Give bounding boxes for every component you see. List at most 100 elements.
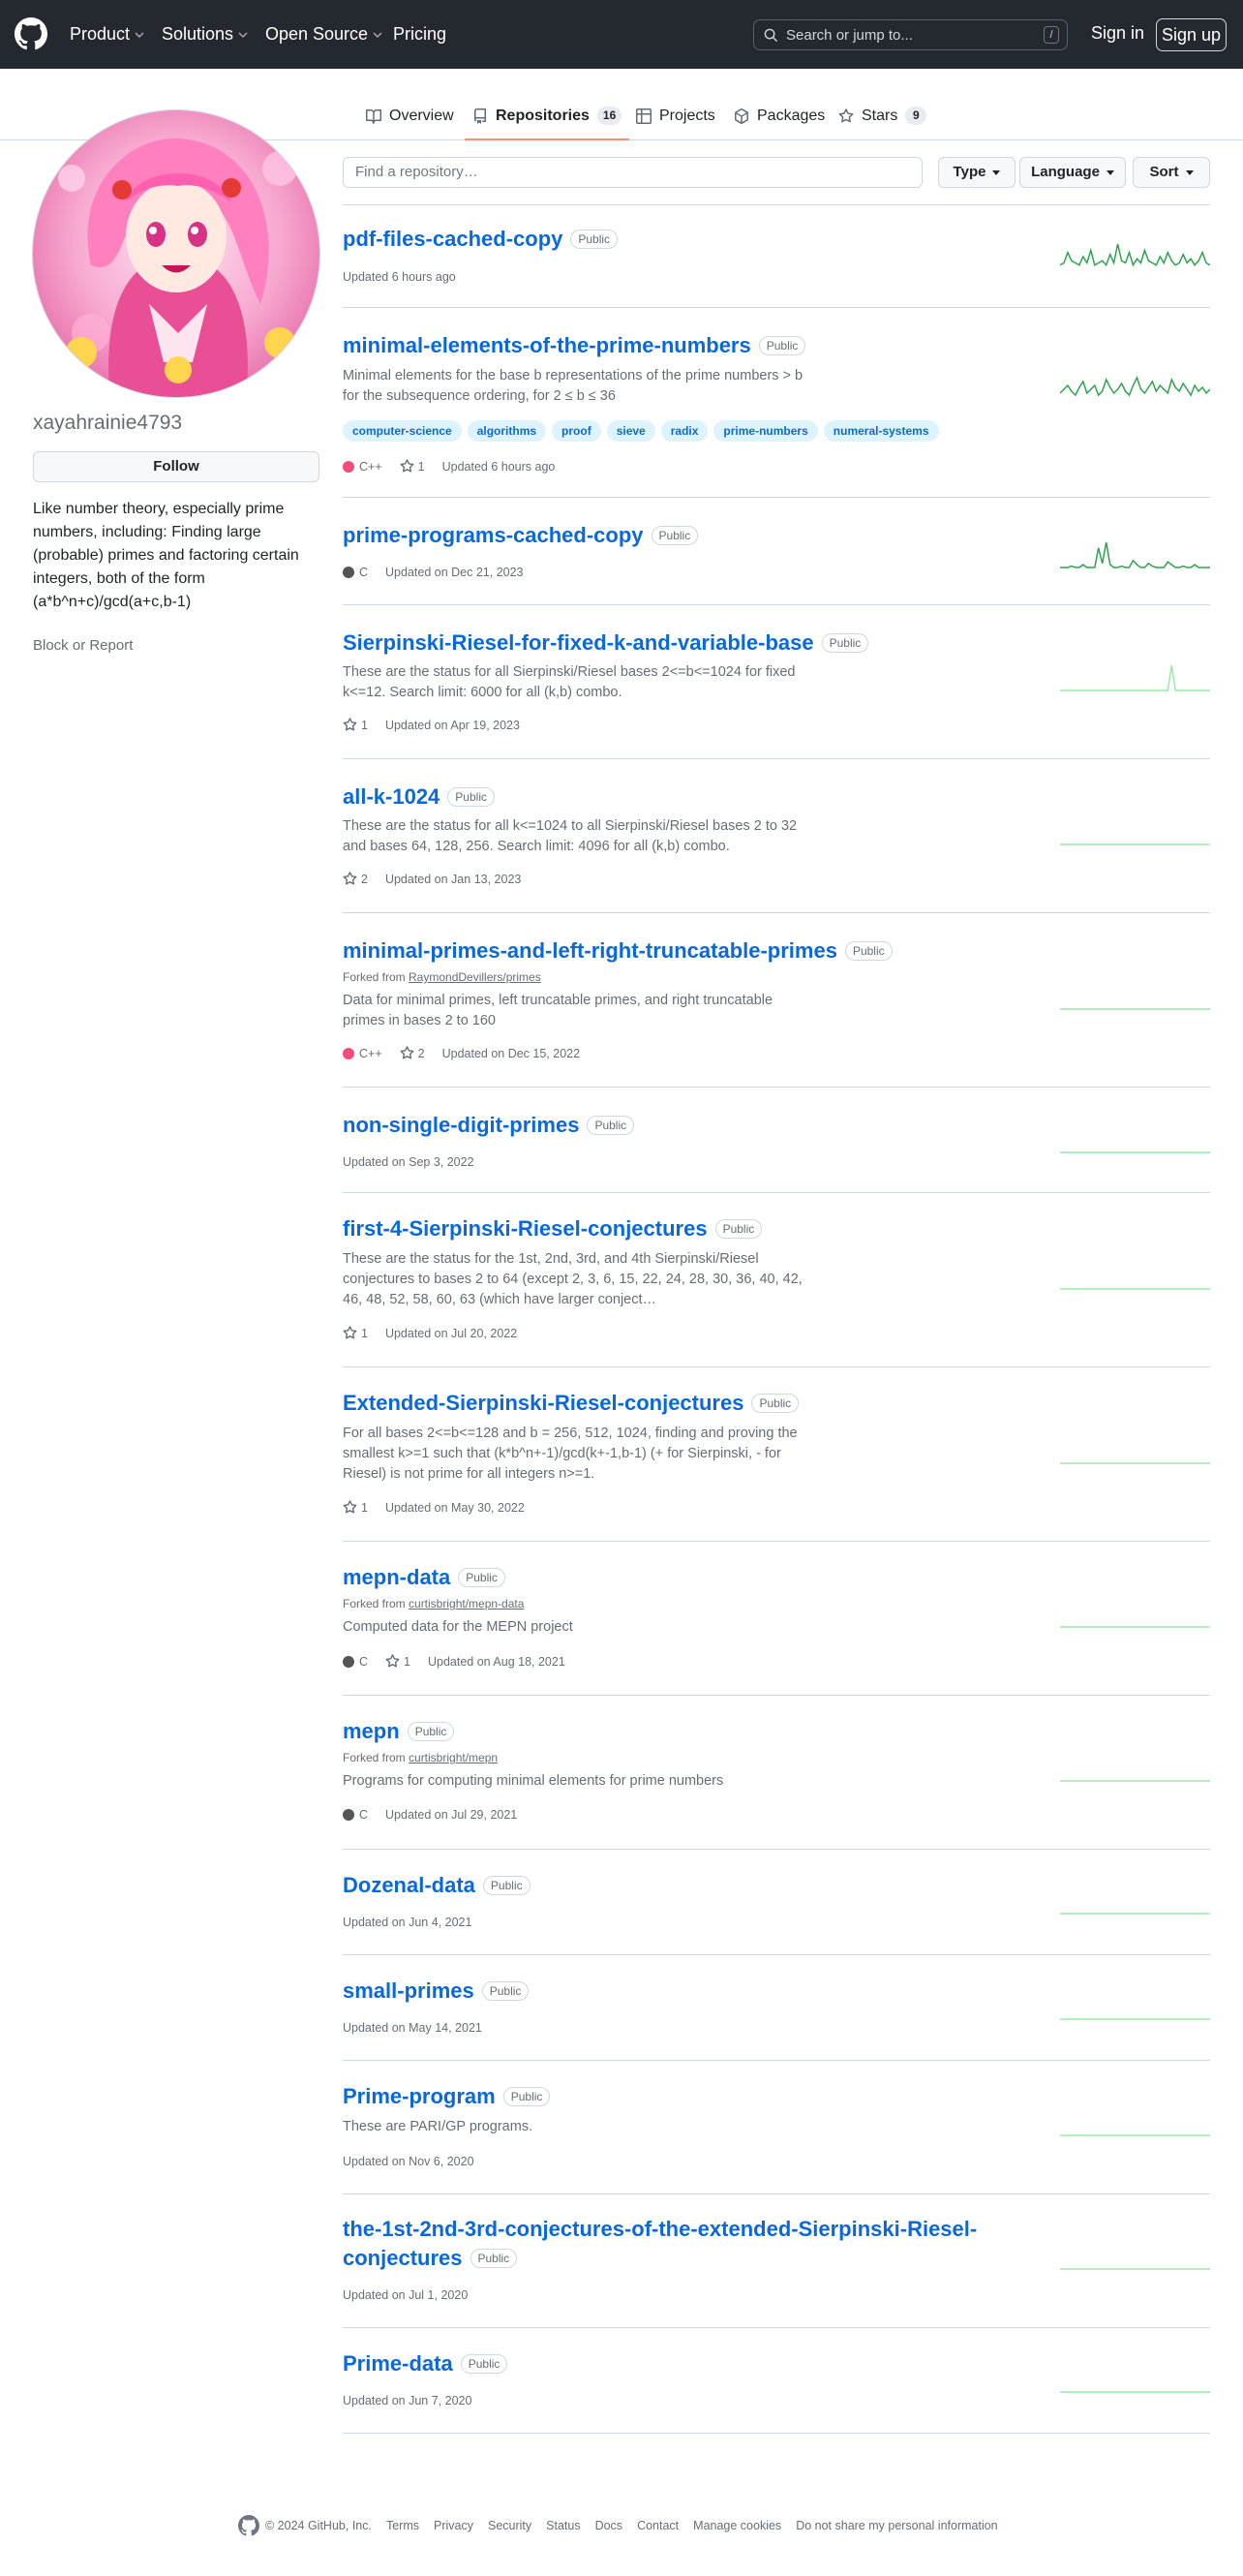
updated-time: Updated on May 14, 2021 (343, 2021, 482, 2035)
repo-meta: Updated on Jul 1, 2020 (343, 2288, 468, 2302)
updated-time: Updated 6 hours ago (343, 270, 456, 284)
topic-tag[interactable]: radix (660, 420, 709, 442)
site-search-input[interactable]: Search or jump to... / (753, 19, 1068, 50)
repo-link[interactable]: non-single-digit-primes Public (343, 1113, 635, 1138)
tab-projects[interactable]: Projects (636, 92, 715, 139)
repo-language: C++ (343, 460, 382, 474)
repo-link[interactable]: prime-programs-cached-copy Public (343, 523, 699, 548)
repo-link[interactable]: mepn Public (343, 1719, 455, 1744)
sign-in-link[interactable]: Sign in (1091, 23, 1144, 44)
nav-solutions[interactable]: Solutions (162, 0, 249, 69)
visibility-badge: Public (714, 1219, 763, 1239)
updated-time: Updated on May 30, 2022 (384, 1500, 525, 1515)
topic-list: computer-science algorithms proof sieve … (343, 420, 939, 442)
activity-sparkline (1060, 2134, 1210, 2136)
repo-icon (474, 107, 486, 124)
repo-list-item: non-single-digit-primes Public Updated on… (343, 1088, 1210, 1193)
repo-list-item: minimal-elements-of-the-prime-numbers Pub… (343, 308, 1210, 498)
block-or-report-link[interactable]: Block or Report (33, 637, 133, 654)
profile-username: xayahrainie4793 (33, 412, 183, 434)
updated-time: Updated 6 hours ago (441, 459, 556, 474)
language-filter-button[interactable]: Language (1019, 157, 1126, 188)
repo-link[interactable]: mepn-data Public (343, 1565, 505, 1590)
repo-description: For all bases 2<=b<=128 and b = 256, 512… (343, 1426, 798, 1482)
topic-tag[interactable]: algorithms (467, 420, 547, 442)
star-icon (343, 718, 357, 731)
nav-product[interactable]: Product (70, 0, 145, 69)
updated-time: Updated on Jan 13, 2023 (384, 872, 522, 886)
stargazers-link[interactable]: 1 (343, 718, 368, 732)
fork-source-link[interactable]: RaymondDevillers/primes (409, 970, 541, 984)
repo-link[interactable]: Prime-data Public (343, 2351, 508, 2377)
activity-sparkline (1060, 1462, 1210, 1464)
star-icon (400, 1046, 414, 1059)
repo-link[interactable]: minimal-primes-and-left-right-truncatabl… (343, 938, 893, 964)
topic-tag[interactable]: computer-science (343, 420, 462, 442)
repo-link[interactable]: pdf-files-cached-copy Public (343, 227, 619, 252)
updated-time: Updated on Jun 4, 2021 (343, 1916, 472, 1929)
sign-up-button[interactable]: Sign up (1156, 18, 1227, 51)
activity-sparkline (1060, 376, 1210, 397)
tab-stars[interactable]: Stars 9 (838, 92, 927, 139)
repo-link[interactable]: small-primes Public (343, 1978, 530, 2004)
footer-link-terms[interactable]: Terms (386, 2519, 419, 2532)
repo-language: C++ (343, 1047, 382, 1060)
topic-tag[interactable]: proof (552, 420, 601, 442)
fork-source-link[interactable]: curtisbright/mepn (409, 1751, 498, 1764)
tab-repositories[interactable]: Repositories 16 (464, 92, 630, 140)
repo-list-item: Dozenal-data Public Updated on Jun 4, 202… (343, 1850, 1210, 1955)
star-icon (343, 1326, 357, 1339)
repo-link[interactable]: Sierpinski-Riesel-for-fixed-k-and-variab… (343, 630, 869, 656)
updated-time: Updated on Apr 19, 2023 (384, 718, 520, 732)
footer-link-do-not-share[interactable]: Do not share my personal information (796, 2519, 997, 2532)
nav-pricing[interactable]: Pricing (393, 0, 446, 69)
stargazers-link[interactable]: 2 (343, 872, 368, 886)
repo-meta: 1 Updated on Jul 20, 2022 (343, 1326, 517, 1340)
repositories-count: 16 (596, 107, 622, 125)
footer-link-docs[interactable]: Docs (595, 2519, 622, 2532)
tab-overview[interactable]: Overview (366, 92, 454, 139)
footer-link-contact[interactable]: Contact (637, 2519, 679, 2532)
stargazers-link[interactable]: 1 (343, 1500, 368, 1515)
updated-time: Updated on Dec 15, 2022 (441, 1046, 581, 1060)
slash-key-hint: / (1044, 26, 1059, 44)
footer-link-security[interactable]: Security (488, 2519, 531, 2532)
topic-tag[interactable]: numeral-systems (823, 420, 939, 442)
repo-link[interactable]: Dozenal-data Public (343, 1873, 531, 1898)
repo-link[interactable]: first-4-Sierpinski-Riesel-conjectures Pub… (343, 1216, 763, 1242)
topic-tag[interactable]: prime-numbers (713, 420, 818, 442)
fork-source-link[interactable]: curtisbright/mepn-data (409, 1597, 524, 1610)
stargazers-link[interactable]: 1 (400, 459, 425, 474)
repo-meta: Updated on Jun 7, 2020 (343, 2394, 471, 2407)
tab-packages[interactable]: Packages (734, 92, 825, 139)
repo-link[interactable]: Extended-Sierpinski-Riesel-conjectures Pu… (343, 1391, 800, 1416)
repo-link[interactable]: Prime-program Public (343, 2084, 551, 2109)
follow-button[interactable]: Follow (33, 451, 319, 482)
stars-count: 9 (905, 107, 927, 125)
repo-link[interactable]: all-k-1024 Public (343, 784, 495, 810)
language-color-dot (343, 460, 354, 473)
footer-link-status[interactable]: Status (546, 2519, 580, 2532)
repo-link[interactable]: minimal-elements-of-the-prime-numbers Pub… (343, 333, 806, 358)
repo-meta: C Updated on Jul 29, 2021 (343, 1808, 517, 1822)
repo-language: C (343, 1655, 368, 1669)
repo-link[interactable]: the-1st-2nd-3rd-conjectures-of-the-exten… (343, 2215, 1011, 2273)
github-logo-icon[interactable] (15, 17, 47, 50)
nav-open-source[interactable]: Open Source (265, 0, 383, 69)
sort-filter-button[interactable]: Sort (1133, 157, 1210, 188)
stargazers-link[interactable]: 1 (343, 1326, 368, 1340)
activity-sparkline (1060, 2391, 1210, 2393)
activity-sparkline (1060, 541, 1210, 568)
github-logo-icon[interactable] (238, 2515, 259, 2536)
stargazers-link[interactable]: 2 (400, 1046, 425, 1060)
repo-description: Minimal elements for the base b represen… (343, 368, 803, 404)
stargazers-link[interactable]: 1 (385, 1654, 410, 1669)
activity-sparkline (1060, 1780, 1210, 1782)
type-filter-button[interactable]: Type (938, 157, 1016, 188)
repo-meta: C 1 Updated on Aug 18, 2021 (343, 1654, 565, 1669)
footer-link-manage-cookies[interactable]: Manage cookies (693, 2519, 781, 2532)
topic-tag[interactable]: sieve (606, 420, 655, 442)
footer-link-privacy[interactable]: Privacy (434, 2519, 473, 2532)
find-repository-input[interactable]: Find a repository… (343, 157, 923, 188)
repo-list-item: the-1st-2nd-3rd-conjectures-of-the-exten… (343, 2194, 1210, 2328)
